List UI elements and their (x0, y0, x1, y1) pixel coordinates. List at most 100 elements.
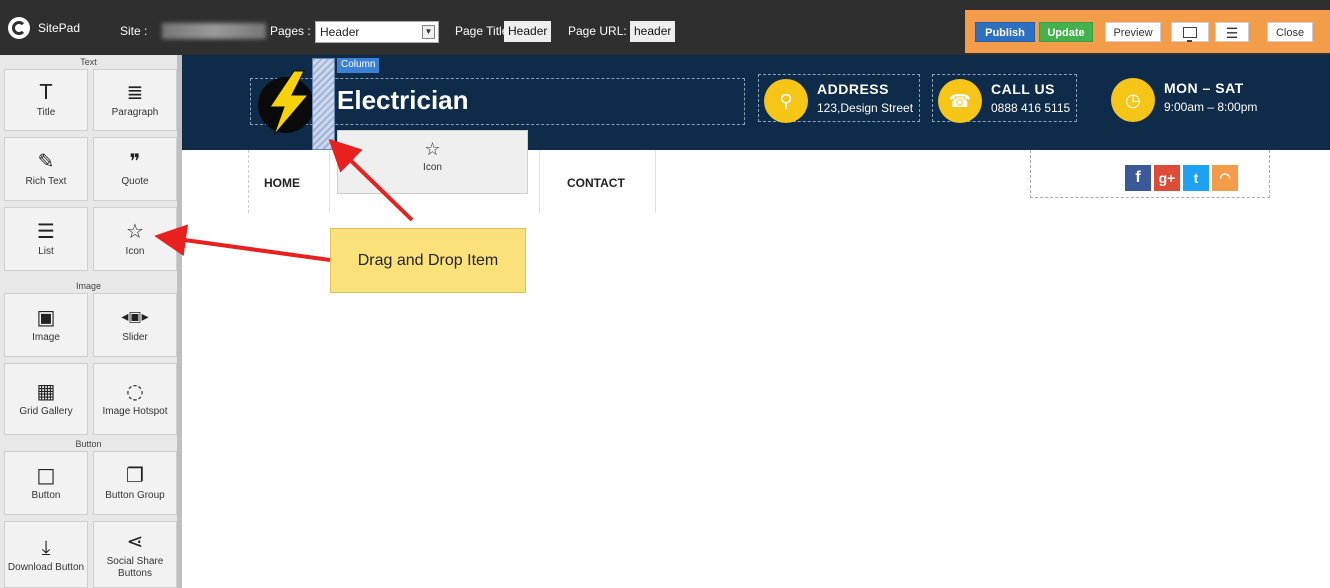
copy-icon: ❐ (126, 463, 144, 487)
section-title-text: Text (80, 57, 97, 67)
widget-button[interactable]: □ Button (4, 451, 88, 515)
widget-label: Grid Gallery (19, 406, 73, 417)
widget-title[interactable]: T Title (4, 69, 88, 131)
widget-icon[interactable]: ☆ Icon (93, 207, 177, 271)
nav-item-contact[interactable]: CONTACT (567, 176, 625, 190)
preview-button[interactable]: Preview (1105, 22, 1161, 42)
location-pin-icon: ⚲ (764, 79, 808, 123)
info-sub: 9:00am – 8:00pm (1164, 100, 1258, 114)
sitepad-logo-icon (8, 17, 30, 39)
nav-divider (539, 150, 540, 213)
pages-select[interactable]: Header ▼ (315, 21, 439, 43)
widget-label: Image (32, 332, 60, 343)
widget-label: Title (36, 107, 56, 118)
close-button[interactable]: Close (1267, 22, 1313, 42)
widget-grid-gallery[interactable]: ▦ Grid Gallery (4, 363, 88, 435)
drag-drop-callout: Drag and Drop Item (330, 228, 526, 293)
chevron-down-icon[interactable]: ▼ (422, 25, 435, 39)
widget-sidebar: Text T Title ≣ Paragraph ✎ Rich Text ❞ Q… (0, 55, 182, 588)
widget-label: List (38, 246, 54, 257)
publish-button[interactable]: Publish (975, 22, 1035, 42)
logo-text: SitePad (38, 21, 81, 35)
info-sub: 123,Design Street (817, 101, 914, 115)
share-icon: ⋖ (126, 528, 144, 553)
widget-label: Image Hotspot (102, 406, 168, 417)
widget-rich-text[interactable]: ✎ Rich Text (4, 137, 88, 201)
clock-icon: ◷ (1111, 78, 1155, 122)
menu-button[interactable]: ☰ (1215, 22, 1249, 42)
widget-social-share-buttons[interactable]: ⋖ Social Share Buttons (93, 521, 177, 588)
info-sub: 0888 416 5115 (991, 101, 1071, 115)
widget-label: Button (31, 490, 61, 501)
pages-selected-value: Header (320, 25, 360, 39)
widget-label: Slider (122, 332, 148, 343)
device-toggle-button[interactable] (1171, 22, 1209, 42)
section-title-button: Button (75, 439, 102, 449)
widget-list[interactable]: ☰ List (4, 207, 88, 271)
widget-button-group[interactable]: ❐ Button Group (93, 451, 177, 515)
section-title-image: Image (75, 281, 101, 291)
nav-divider (655, 150, 656, 213)
widget-label: Paragraph (111, 107, 159, 118)
info-title: ADDRESS (817, 81, 889, 97)
slider-icon: ◂▣▸ (121, 309, 149, 325)
widget-label: Download Button (7, 561, 85, 573)
download-icon: ⤓ (41, 534, 51, 559)
site-name-heading[interactable]: Electrician (337, 85, 469, 116)
paragraph-icon: ≣ (126, 80, 144, 104)
star-icon: ☆ (424, 139, 441, 160)
google-plus-icon[interactable]: g+ (1154, 165, 1180, 191)
column-tag[interactable]: Column (337, 58, 380, 73)
ghost-label: Icon (423, 162, 442, 173)
widget-image-hotspot[interactable]: ◌ Image Hotspot (93, 363, 177, 435)
twitter-icon[interactable]: t (1183, 165, 1209, 191)
image-icon: ▣ (36, 305, 56, 329)
page-url-field[interactable]: header (630, 21, 676, 42)
widget-label: Social Share Buttons (106, 555, 164, 579)
action-bar: Publish Update Preview ☰ Close (965, 10, 1330, 53)
edit-icon: ✎ (37, 149, 55, 173)
sitepad-editor: SitePad Site : Pages : Header ▼ Page Tit… (0, 0, 1330, 588)
widget-paragraph[interactable]: ≣ Paragraph (93, 69, 177, 131)
quote-icon: ❞ (129, 149, 141, 173)
monitor-icon (1183, 27, 1197, 42)
star-icon: ☆ (126, 219, 144, 243)
widget-label: Button Group (105, 490, 165, 501)
site-label: Site : (120, 24, 148, 38)
info-title: MON – SAT (1164, 80, 1244, 96)
nav-item-home[interactable]: HOME (264, 176, 300, 190)
widget-label: Rich Text (25, 176, 67, 187)
sitepad-logo[interactable]: SitePad (8, 17, 80, 39)
pages-label: Pages : (270, 24, 311, 38)
widget-label: Quote (121, 176, 149, 187)
info-box: ☎ CALL US 0888 416 5115 (932, 74, 1078, 123)
info-box: ⚲ ADDRESS 123,Design Street (758, 74, 921, 123)
info-call[interactable]: ☎ CALL US 0888 416 5115 (932, 74, 1078, 123)
widget-quote[interactable]: ❞ Quote (93, 137, 177, 201)
rss-icon[interactable]: ◠ (1212, 165, 1238, 191)
grid-icon: ▦ (36, 379, 56, 403)
drag-ghost-icon-widget[interactable]: ☆ Icon (337, 130, 528, 194)
info-title: CALL US (991, 81, 1055, 97)
widget-label: Icon (125, 246, 145, 257)
facebook-icon[interactable]: f (1125, 165, 1151, 191)
square-icon: □ (36, 463, 56, 487)
page-canvas[interactable]: Column Electrician ⚲ ADDRESS 123,Design … (182, 55, 1330, 588)
lightning-logo-icon[interactable] (256, 69, 320, 137)
site-value-redacted (162, 23, 266, 39)
title-icon: T (39, 80, 53, 104)
column-drop-zone[interactable] (312, 58, 335, 150)
list-icon: ☰ (37, 219, 55, 243)
chat-bubble-icon: ◌ (126, 379, 144, 403)
widget-image[interactable]: ▣ Image (4, 293, 88, 357)
top-toolbar: SitePad Site : Pages : Header ▼ Page Tit… (0, 0, 1330, 55)
widget-slider[interactable]: ◂▣▸ Slider (93, 293, 177, 357)
info-address[interactable]: ⚲ ADDRESS 123,Design Street (758, 74, 921, 123)
phone-icon: ☎ (938, 79, 982, 123)
info-hours[interactable]: ◷ MON – SAT 9:00am – 8:00pm (1106, 74, 1263, 122)
widget-download-button[interactable]: ⤓ Download Button (4, 521, 88, 588)
page-url-label: Page URL: (568, 24, 627, 38)
update-button[interactable]: Update (1039, 22, 1093, 42)
hamburger-menu-icon: ☰ (1225, 25, 1239, 41)
page-title-field[interactable]: Header (504, 21, 552, 42)
